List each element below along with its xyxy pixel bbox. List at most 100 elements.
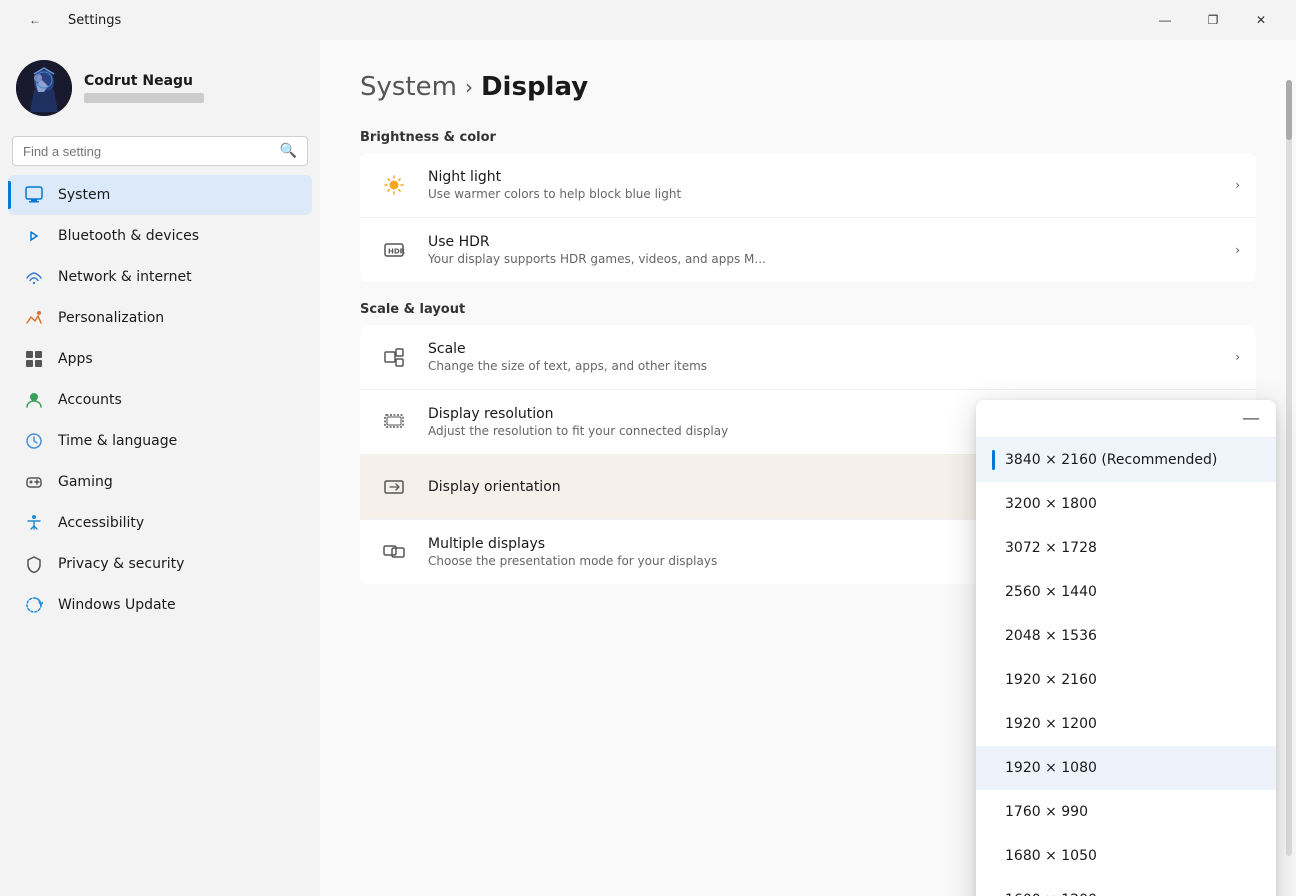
dropdown-item-label-10: 1600 × 1200 xyxy=(1005,892,1097,896)
use-hdr-title: Use HDR xyxy=(428,234,1219,250)
night-light-text: Night light Use warmer colors to help bl… xyxy=(428,169,1219,201)
scale-text: Scale Change the size of text, apps, and… xyxy=(428,341,1219,373)
dropdown-item-7[interactable]: 1920 × 1080 xyxy=(976,746,1276,790)
bluetooth-icon xyxy=(24,226,44,246)
search-input[interactable] xyxy=(23,144,272,159)
sidebar-item-bluetooth[interactable]: Bluetooth & devices xyxy=(8,216,312,256)
sidebar-item-time[interactable]: Time & language xyxy=(8,421,312,461)
accounts-icon xyxy=(24,390,44,410)
sidebar-item-gaming-label: Gaming xyxy=(58,474,113,490)
dropdown-item-label-2: 3072 × 1728 xyxy=(1005,540,1097,556)
sidebar-item-gaming[interactable]: Gaming xyxy=(8,462,312,502)
dropdown-item-label-5: 1920 × 2160 xyxy=(1005,672,1097,688)
dropdown-item-10[interactable]: 1600 × 1200 xyxy=(976,878,1276,896)
breadcrumb: System › Display xyxy=(360,72,1256,102)
maximize-button[interactable]: ❐ xyxy=(1190,4,1236,36)
user-profile: Codrut Neagu xyxy=(0,52,320,132)
dropdown-item-5[interactable]: 1920 × 2160 xyxy=(976,658,1276,702)
dropdown-header: — xyxy=(976,400,1276,438)
dropdown-item-4[interactable]: 2048 × 1536 xyxy=(976,614,1276,658)
dropdown-items-list: 3840 × 2160 (Recommended) 3200 × 1800 30… xyxy=(976,438,1276,896)
use-hdr-row[interactable]: HDR Use HDR Your display supports HDR ga… xyxy=(360,218,1256,282)
dropdown-item-label-1: 3200 × 1800 xyxy=(1005,496,1097,512)
breadcrumb-system[interactable]: System xyxy=(360,72,457,102)
app-title: Settings xyxy=(68,13,121,28)
night-light-icon xyxy=(376,167,412,203)
scrollbar-track[interactable] xyxy=(1286,80,1292,856)
scale-chevron: › xyxy=(1235,350,1240,364)
dropdown-item-1[interactable]: 3200 × 1800 xyxy=(976,482,1276,526)
user-info: Codrut Neagu xyxy=(84,73,204,103)
user-name: Codrut Neagu xyxy=(84,73,204,89)
sidebar-item-network-label: Network & internet xyxy=(58,269,192,285)
sidebar-item-accessibility-label: Accessibility xyxy=(58,515,144,531)
dropdown-item-2[interactable]: 3072 × 1728 xyxy=(976,526,1276,570)
app-body: Codrut Neagu 🔍 System xyxy=(0,40,1296,896)
svg-text:HDR: HDR xyxy=(388,248,405,256)
night-light-row[interactable]: Night light Use warmer colors to help bl… xyxy=(360,153,1256,218)
windows-update-icon xyxy=(24,595,44,615)
sidebar-item-system[interactable]: System xyxy=(8,175,312,215)
use-hdr-desc: Your display supports HDR games, videos,… xyxy=(428,252,1219,266)
scrollbar-thumb[interactable] xyxy=(1286,80,1292,140)
selected-indicator-6 xyxy=(992,714,995,734)
night-light-desc: Use warmer colors to help block blue lig… xyxy=(428,187,1219,201)
sidebar-item-personalization-label: Personalization xyxy=(58,310,164,326)
user-email xyxy=(84,93,204,103)
night-light-chevron: › xyxy=(1235,178,1240,192)
sidebar-item-windows-update-label: Windows Update xyxy=(58,597,176,613)
avatar-image xyxy=(16,60,72,116)
dropdown-item-label-8: 1760 × 990 xyxy=(1005,804,1088,820)
back-button[interactable]: ← xyxy=(12,4,58,36)
sidebar-item-apps[interactable]: Apps xyxy=(8,339,312,379)
dropdown-item-label-4: 2048 × 1536 xyxy=(1005,628,1097,644)
sidebar-item-bluetooth-label: Bluetooth & devices xyxy=(58,228,199,244)
search-box[interactable]: 🔍 xyxy=(12,136,308,166)
breadcrumb-separator: › xyxy=(465,75,473,99)
sidebar-item-windows-update[interactable]: Windows Update xyxy=(8,585,312,625)
dropdown-item-9[interactable]: 1680 × 1050 xyxy=(976,834,1276,878)
sidebar-item-accounts-label: Accounts xyxy=(58,392,122,408)
selected-indicator-5 xyxy=(992,670,995,690)
system-icon xyxy=(24,185,44,205)
scale-row[interactable]: Scale Change the size of text, apps, and… xyxy=(360,325,1256,390)
sidebar-item-accessibility[interactable]: Accessibility xyxy=(8,503,312,543)
personalization-icon xyxy=(24,308,44,328)
network-icon xyxy=(24,267,44,287)
display-resolution-icon xyxy=(376,404,412,440)
dropdown-collapse-icon[interactable]: — xyxy=(1238,408,1264,429)
sidebar-item-personalization[interactable]: Personalization xyxy=(8,298,312,338)
selected-indicator-0 xyxy=(992,450,995,470)
resolution-dropdown: — 3840 × 2160 (Recommended) 3200 × 1800 … xyxy=(976,400,1276,896)
sidebar-item-privacy[interactable]: Privacy & security xyxy=(8,544,312,584)
minimize-button[interactable]: — xyxy=(1142,4,1188,36)
sidebar-item-accounts[interactable]: Accounts xyxy=(8,380,312,420)
scale-title: Scale xyxy=(428,341,1219,357)
dropdown-item-label-0: 3840 × 2160 (Recommended) xyxy=(1005,452,1217,468)
selected-indicator-10 xyxy=(992,890,995,896)
sidebar-item-network[interactable]: Network & internet xyxy=(8,257,312,297)
hdr-icon: HDR xyxy=(376,232,412,268)
sidebar-nav: System Bluetooth & devices xyxy=(0,174,320,626)
window-controls: — ❐ ✕ xyxy=(1142,4,1284,36)
close-button[interactable]: ✕ xyxy=(1238,4,1284,36)
privacy-icon xyxy=(24,554,44,574)
accessibility-icon xyxy=(24,513,44,533)
titlebar: ← Settings — ❐ ✕ xyxy=(0,0,1296,40)
selected-indicator-8 xyxy=(992,802,995,822)
scale-desc: Change the size of text, apps, and other… xyxy=(428,359,1219,373)
back-icon: ← xyxy=(29,13,41,27)
use-hdr-text: Use HDR Your display supports HDR games,… xyxy=(428,234,1219,266)
display-orientation-icon xyxy=(376,469,412,505)
dropdown-item-label-9: 1680 × 1050 xyxy=(1005,848,1097,864)
dropdown-item-3[interactable]: 2560 × 1440 xyxy=(976,570,1276,614)
dropdown-item-label-6: 1920 × 1200 xyxy=(1005,716,1097,732)
section-label-brightness: Brightness & color xyxy=(360,130,1256,145)
dropdown-item-8[interactable]: 1760 × 990 xyxy=(976,790,1276,834)
dropdown-item-6[interactable]: 1920 × 1200 xyxy=(976,702,1276,746)
use-hdr-chevron: › xyxy=(1235,243,1240,257)
selected-indicator-1 xyxy=(992,494,995,514)
dropdown-item-0[interactable]: 3840 × 2160 (Recommended) xyxy=(976,438,1276,482)
apps-icon xyxy=(24,349,44,369)
dropdown-item-label-3: 2560 × 1440 xyxy=(1005,584,1097,600)
